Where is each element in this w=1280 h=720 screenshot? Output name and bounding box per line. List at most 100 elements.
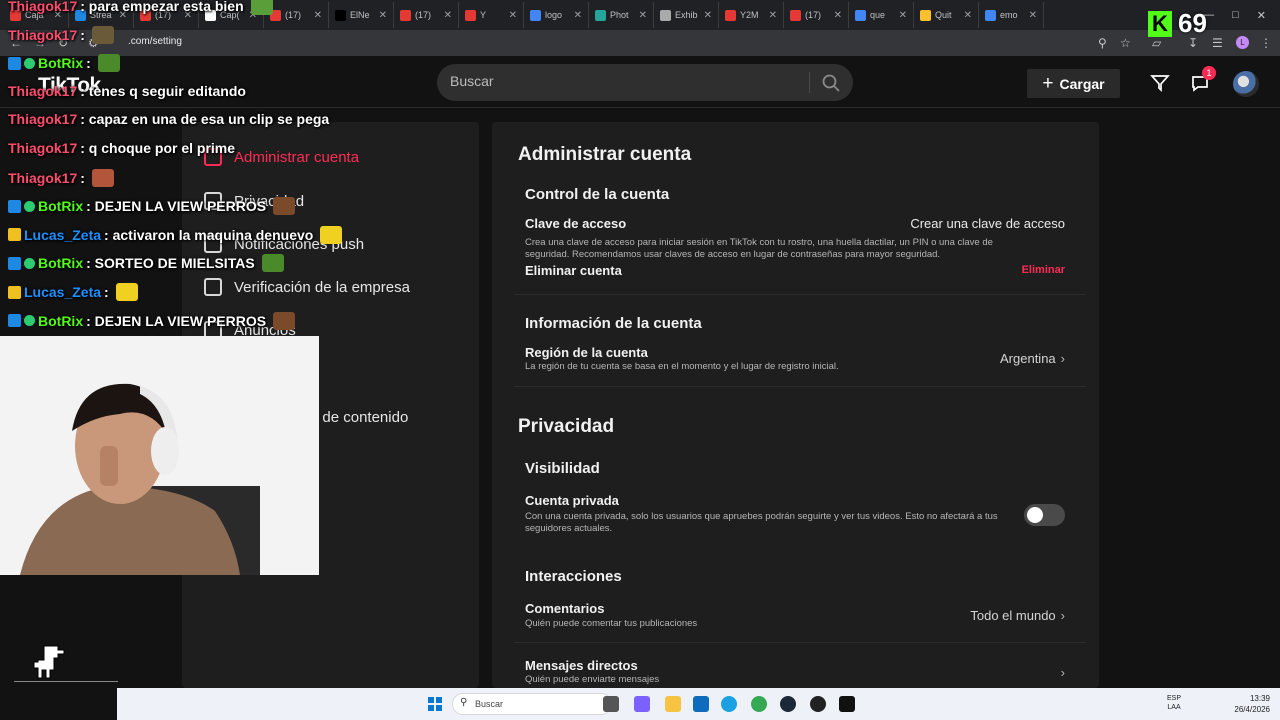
tab-label: Y (480, 10, 487, 20)
language-indicator[interactable]: ESP LAA (1167, 694, 1181, 712)
edge-icon[interactable] (721, 696, 737, 712)
tab-close-icon[interactable]: ✕ (574, 10, 582, 21)
tab-label: (17) (805, 10, 822, 20)
account-info-title: Información de la cuenta (525, 315, 702, 332)
browser-tab[interactable]: ElNe ✕ (329, 2, 394, 28)
tab-close-icon[interactable]: ✕ (964, 10, 972, 21)
passkey-label: Clave de acceso (525, 216, 627, 231)
region-value-text: Argentina (1000, 351, 1056, 366)
browser-tab[interactable]: que ✕ (849, 2, 914, 28)
messages-filter-icon[interactable] (1150, 73, 1170, 93)
tab-favicon-icon (725, 9, 736, 21)
tab-close-icon[interactable]: ✕ (1029, 10, 1037, 21)
tab-close-icon[interactable]: ✕ (639, 10, 647, 21)
verified-badge-icon (24, 200, 35, 212)
bookmark-star-icon[interactable]: ☆ (1120, 36, 1131, 50)
section-title-privacy: Privacidad (518, 416, 615, 437)
task-view-icon[interactable] (603, 696, 619, 712)
address-bar[interactable]: ← → ↻ ⚙ .com/setting ⚲ ☆ ▱ ↧ ☰ L ⋮ (0, 30, 1280, 56)
tab-favicon-icon (400, 9, 411, 21)
chat-emote-icon (273, 197, 296, 216)
steam-icon[interactable] (780, 696, 796, 712)
plus-icon: + (1042, 73, 1054, 94)
chat-username: Thiagok17 (8, 82, 78, 99)
direct-messages-setting[interactable]: › (1056, 665, 1065, 680)
avatar[interactable] (1233, 71, 1259, 97)
tab-close-icon[interactable]: ✕ (834, 10, 842, 21)
direct-messages-label: Mensajes directos (525, 658, 638, 673)
create-passkey-link[interactable]: Crear una clave de acceso (910, 216, 1065, 231)
tab-close-icon[interactable]: ✕ (379, 10, 387, 21)
browser-tab[interactable]: Exhib ✕ (654, 2, 719, 28)
tab-label: logo (545, 10, 563, 20)
chat-emote-icon (91, 25, 114, 44)
chrome-icon[interactable] (751, 696, 767, 712)
chat-username: BotRix (38, 198, 84, 215)
url-text[interactable]: .com/setting (128, 36, 182, 47)
search-bar[interactable] (437, 64, 853, 101)
browser-tab[interactable]: logo ✕ (524, 2, 589, 28)
sidebar-item[interactable]: Verificación de la empresa (204, 278, 410, 296)
chat-username: BotRix (38, 55, 84, 72)
browser-tab[interactable]: (17) ✕ (784, 2, 849, 28)
tab-label: que (870, 10, 886, 20)
tab-close-icon[interactable]: ✕ (769, 10, 777, 21)
chat-message: BotRix: SORTEO DE MIELSITAS (8, 254, 284, 273)
divider (514, 642, 1086, 643)
moderator-badge-icon (8, 256, 21, 270)
toggle-knob (1027, 507, 1043, 523)
dino-icon (14, 645, 118, 682)
windows-start-icon[interactable] (427, 696, 443, 712)
tab-close-icon[interactable]: ✕ (444, 10, 452, 21)
clock[interactable]: 13:39 26/4/2026 (1234, 693, 1270, 715)
tab-close-icon[interactable]: ✕ (899, 10, 907, 21)
search-icon[interactable] (821, 73, 841, 93)
tab-close-icon[interactable]: ✕ (509, 10, 517, 21)
chat-text: : para empezar esta bien (80, 0, 244, 14)
region-value[interactable]: Argentina › (1000, 351, 1065, 366)
interactions-title: Interacciones (525, 568, 622, 585)
capcut-icon[interactable] (839, 696, 855, 712)
delete-account-button[interactable]: Eliminar (1022, 264, 1065, 276)
tab-label: (17) (285, 10, 302, 20)
copilot-icon[interactable] (634, 696, 650, 712)
browser-tab[interactable]: Y2M ✕ (719, 2, 784, 28)
profile-icon[interactable]: L (1236, 36, 1249, 49)
close-icon[interactable]: ✕ (1257, 9, 1266, 22)
chat-emote-icon (115, 283, 138, 301)
upload-button[interactable]: + Cargar (1027, 69, 1120, 98)
private-account-toggle[interactable] (1024, 504, 1065, 526)
tab-close-icon[interactable]: ✕ (314, 10, 322, 21)
tab-favicon-icon (465, 9, 476, 21)
search-input[interactable] (450, 73, 790, 89)
chat-username: BotRix (38, 255, 84, 272)
tab-close-icon[interactable]: ✕ (704, 10, 712, 21)
browser-tab[interactable]: (17) ✕ (394, 2, 459, 28)
browser-tab[interactable]: Y ✕ (459, 2, 524, 28)
menu-dots-icon[interactable]: ⋮ (1260, 36, 1272, 50)
account-control-title: Control de la cuenta (525, 186, 670, 203)
taskbar-search[interactable]: ⚲ Buscar (452, 693, 612, 715)
browser-tab[interactable]: Quit ✕ (914, 2, 979, 28)
tab-favicon-icon (530, 9, 541, 21)
comments-setting[interactable]: Todo el mundo › (970, 608, 1065, 623)
obs-icon[interactable] (810, 696, 826, 712)
comments-label: Comentarios (525, 601, 605, 616)
chat-username: Thiagok17 (8, 0, 78, 14)
store-icon[interactable] (693, 696, 709, 712)
minimize-icon[interactable]: — (1203, 9, 1214, 21)
taskbar-search-text: Buscar (475, 699, 504, 709)
file-explorer-icon[interactable] (665, 696, 681, 712)
passkey-description: Crea una clave de acceso para iniciar se… (525, 237, 993, 260)
browser-tab[interactable]: Phot ✕ (589, 2, 654, 28)
chat-text: : activaron la maquina denuevo (104, 226, 314, 243)
zoom-icon[interactable]: ⚲ (1098, 36, 1107, 50)
section-title-account: Administrar cuenta (518, 144, 692, 165)
chat-emote-icon (261, 254, 284, 273)
media-icon[interactable]: ☰ (1212, 36, 1223, 50)
chat-text: : (86, 55, 91, 72)
browser-tab[interactable]: emo ✕ (979, 2, 1044, 28)
comments-value-text: Todo el mundo (970, 608, 1056, 623)
maximize-icon[interactable]: □ (1232, 9, 1239, 21)
browser-tab[interactable]: (17) ✕ (264, 2, 329, 28)
